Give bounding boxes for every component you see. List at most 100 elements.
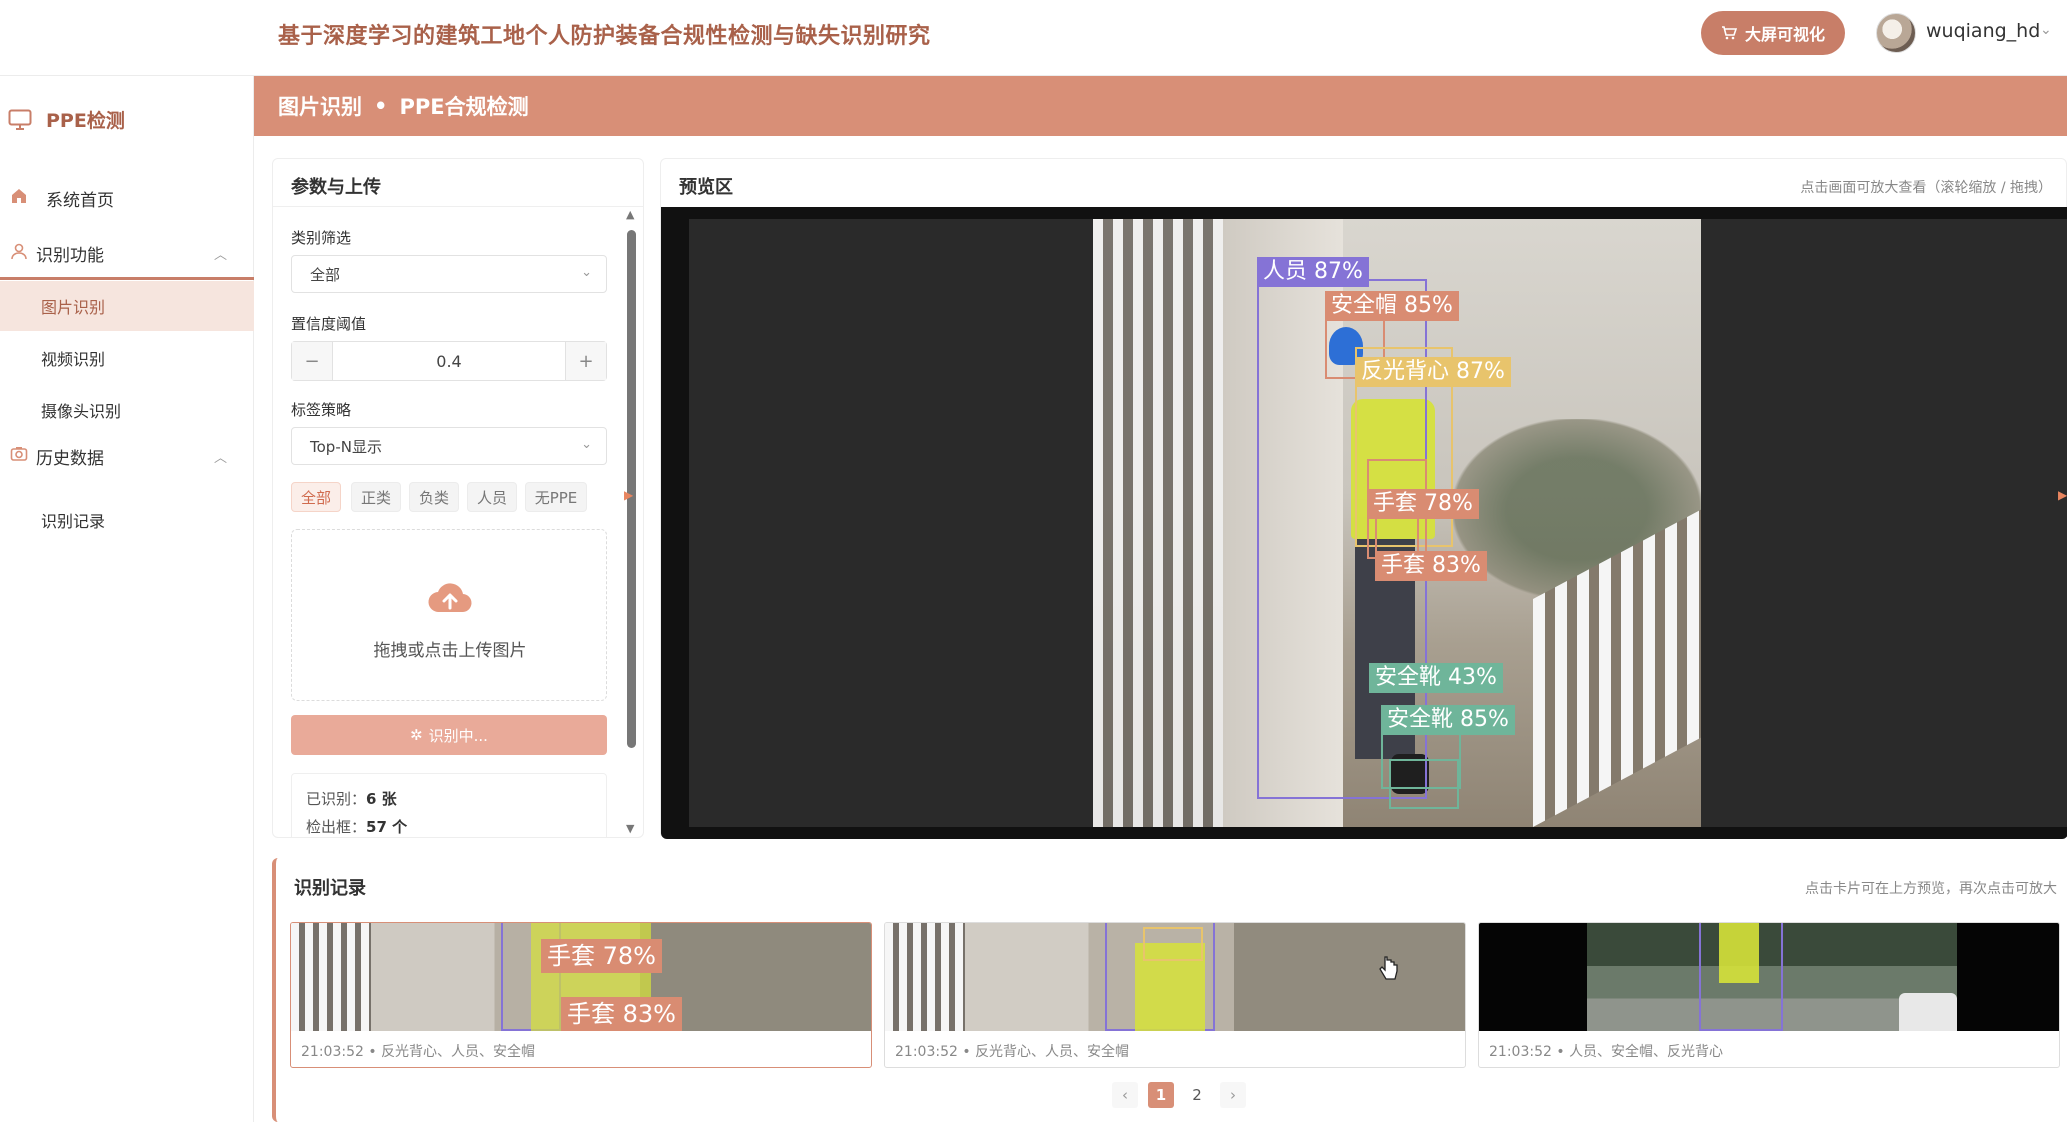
page-button-2[interactable]: 2	[1184, 1082, 1210, 1108]
top-header: 基于深度学习的建筑工地个人防护装备合规性检测与缺失识别研究 大屏可视化 wuqi…	[0, 0, 2067, 76]
prev-page-button[interactable]: ‹	[1112, 1082, 1138, 1108]
recognize-label: 识别中...	[428, 726, 488, 745]
chip-person[interactable]: 人员	[467, 482, 517, 512]
panel-title: 参数与上传	[291, 177, 381, 198]
sidebar-group-recognition[interactable]: 识别功能 ︿	[0, 230, 254, 280]
record-thumbnail-label: 手套 83%	[561, 997, 682, 1031]
user-icon	[10, 242, 28, 265]
record-time: 21:03:52	[301, 1044, 364, 1060]
scroll-down-arrow-icon[interactable]: ▼	[626, 822, 634, 835]
threshold-label: 置信度阈值	[291, 315, 367, 333]
chip-positive[interactable]: 正类	[351, 482, 401, 512]
detection-label: 安全靴 43%	[1369, 663, 1503, 693]
category-value: 全部	[310, 265, 341, 284]
record-meta: 21:03:52 • 人员、安全帽、反光背心	[1489, 1041, 1723, 1061]
breadcrumb-part: PPE合规检测	[399, 95, 529, 119]
bigscreen-button[interactable]: 大屏可视化	[1701, 11, 1845, 55]
strategy-value: Top-N显示	[310, 437, 382, 456]
chevron-down-icon: ⌄	[581, 437, 592, 452]
sidebar-item-home[interactable]: 系统首页	[0, 180, 254, 216]
breadcrumb: 图片识别 • PPE合规检测	[254, 76, 2067, 136]
photo-railing	[1093, 219, 1223, 827]
threshold-stepper: − 0.4 +	[291, 341, 607, 381]
decrement-button[interactable]: −	[292, 342, 332, 380]
detection-label: 手套 83%	[1375, 551, 1487, 581]
meta-separator: •	[1556, 1044, 1565, 1060]
scroll-up-arrow-icon[interactable]: ▲	[626, 208, 634, 221]
next-page-button[interactable]: ›	[1220, 1082, 1246, 1108]
panel-title: 识别记录	[294, 878, 366, 899]
record-card[interactable]: 21:03:52 • 反光背心、人员、安全帽	[884, 922, 1466, 1068]
sidebar: PPE检测 系统首页 识别功能 ︿ 图片识别 视频识别 摄像头识别 历史数据 ︿…	[0, 76, 254, 1122]
stat-recognized: 已识别：6 张	[306, 788, 397, 809]
username[interactable]: wuqiang_hd	[1926, 20, 2040, 42]
record-classes: 人员、安全帽、反光背心	[1569, 1044, 1724, 1060]
upload-dropzone[interactable]: 拖拽或点击上传图片	[291, 529, 607, 701]
stat-value: 6 张	[366, 790, 397, 808]
brand[interactable]: PPE检测	[8, 106, 125, 133]
cart-icon	[1721, 26, 1737, 40]
mouse-cursor-icon	[1378, 956, 1398, 988]
detection-label: 手套 78%	[1367, 489, 1479, 519]
sidebar-item-camera-recognition[interactable]: 摄像头识别	[0, 385, 254, 435]
preview-stage[interactable]: 人员 87% 安全帽 85% 反光背心 87% 手套 78% 手套 83% 安全…	[661, 207, 2067, 839]
chevron-up-icon[interactable]: ︿	[214, 244, 227, 263]
chip-no-ppe[interactable]: 无PPE	[525, 482, 587, 512]
sidebar-item-label: 系统首页	[46, 190, 114, 211]
record-card[interactable]: 手套 78% 手套 83% 21:03:52 • 反光背心、人员、安全帽	[290, 922, 872, 1068]
panel-title: 预览区	[679, 177, 733, 198]
category-select[interactable]: 全部 ⌄	[291, 255, 607, 293]
sidebar-group-label: 识别功能	[36, 246, 104, 266]
monitor-icon	[8, 109, 32, 130]
detection-box	[1389, 759, 1459, 809]
sidebar-group-history[interactable]: 历史数据 ︿	[0, 438, 254, 474]
meta-separator: •	[962, 1044, 971, 1060]
recognize-button[interactable]: ✲ 识别中...	[291, 715, 607, 755]
increment-button[interactable]: +	[566, 342, 606, 380]
home-icon	[10, 187, 28, 210]
page-button-1[interactable]: 1	[1148, 1082, 1174, 1108]
avatar[interactable]	[1876, 13, 1916, 53]
sidebar-item-records[interactable]: 识别记录	[0, 495, 254, 545]
cloud-upload-icon	[428, 583, 472, 613]
detection-label: 反光背心 87%	[1355, 357, 1511, 387]
chevron-down-icon[interactable]: ⌄	[2040, 22, 2052, 38]
stats-box: 已识别：6 张 检出框：57 个	[291, 773, 607, 837]
sidebar-item-video-recognition[interactable]: 视频识别	[0, 333, 254, 383]
threshold-input[interactable]: 0.4	[332, 342, 566, 380]
records-panel: 识别记录 点击卡片可在上方预览，再次点击可放大 手套 78% 手套 83% 21…	[272, 858, 2067, 1122]
sidebar-group-label: 历史数据	[36, 448, 104, 469]
app-title: 基于深度学习的建筑工地个人防护装备合规性检测与缺失识别研究	[278, 24, 931, 49]
record-thumbnail: 手套 78% 手套 83%	[291, 923, 871, 1031]
divider	[273, 206, 643, 207]
bigscreen-label: 大屏可视化	[1744, 25, 1825, 44]
strategy-label: 标签策略	[291, 401, 352, 419]
camera-icon	[10, 445, 28, 468]
meta-separator: •	[368, 1044, 377, 1060]
record-meta: 21:03:52 • 反光背心、人员、安全帽	[895, 1041, 1129, 1061]
record-time: 21:03:52	[1489, 1044, 1552, 1060]
collapse-arrow-icon[interactable]: ▶	[2058, 488, 2067, 502]
detection-label: 安全帽 85%	[1325, 291, 1459, 321]
stat-label: 检出框：	[306, 818, 367, 836]
detection-image[interactable]: 人员 87% 安全帽 85% 反光背心 87% 手套 78% 手套 83% 安全…	[1093, 219, 1701, 827]
detection-label: 人员 87%	[1257, 257, 1369, 287]
stat-value: 57 个	[366, 818, 408, 836]
record-classes: 反光背心、人员、安全帽	[975, 1044, 1130, 1060]
sidebar-item-image-recognition[interactable]: 图片识别	[0, 281, 254, 331]
record-card[interactable]: 21:03:52 • 人员、安全帽、反光背心	[1478, 922, 2060, 1068]
collapse-arrow-icon[interactable]: ▶	[624, 488, 633, 502]
breadcrumb-separator: •	[374, 94, 388, 118]
strategy-select[interactable]: Top-N显示 ⌄	[291, 427, 607, 465]
chevron-up-icon[interactable]: ︿	[214, 447, 227, 466]
brand-label: PPE检测	[46, 110, 125, 132]
record-classes: 反光背心、人员、安全帽	[381, 1044, 536, 1060]
breadcrumb-part[interactable]: 图片识别	[278, 91, 362, 121]
chip-negative[interactable]: 负类	[409, 482, 459, 512]
record-thumbnail-label: 手套 78%	[541, 939, 662, 973]
preview-canvas[interactable]: 人员 87% 安全帽 85% 反光背心 87% 手套 78% 手套 83% 安全…	[689, 219, 2067, 827]
records-hint: 点击卡片可在上方预览，再次点击可放大	[1805, 881, 2057, 897]
chip-all[interactable]: 全部	[291, 482, 341, 512]
chevron-down-icon: ⌄	[581, 265, 592, 280]
spinner-icon: ✲	[410, 726, 423, 744]
